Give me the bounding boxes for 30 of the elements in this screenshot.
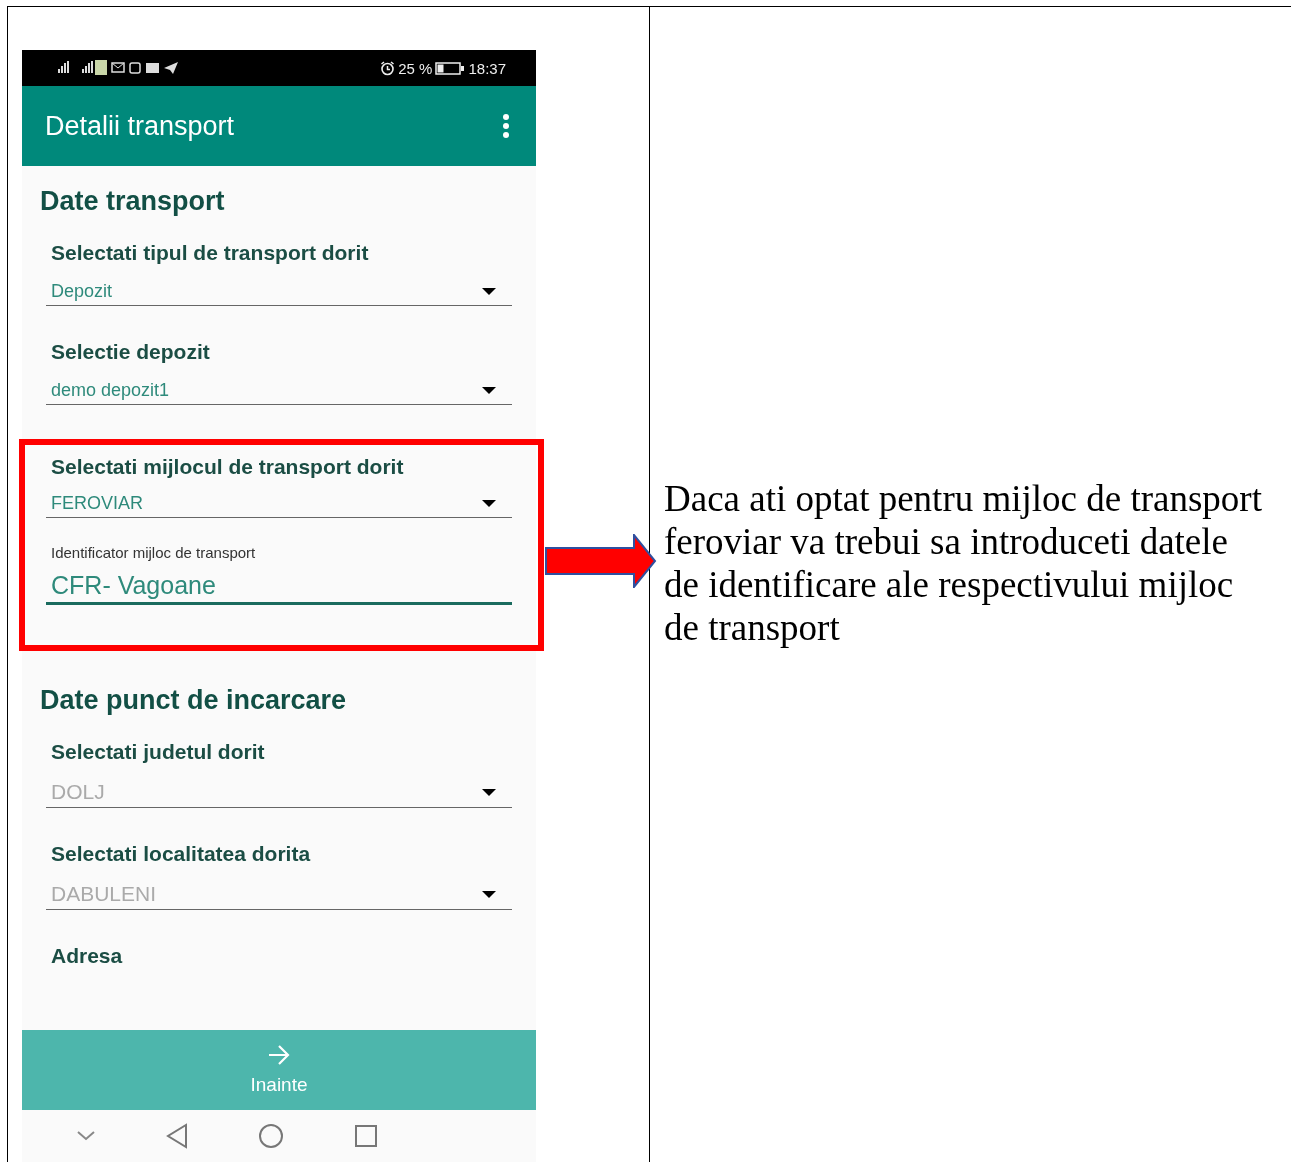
field-label: Selectati mijlocul de transport dorit [50,455,405,479]
recent-apps-icon[interactable] [354,1124,378,1148]
clock-time: 18:37 [468,59,506,77]
field-label: Selectie depozit [50,340,211,364]
battery-icon [435,61,466,75]
dropdown-field[interactable]: FEROVIAR [46,493,512,518]
caret-icon [482,890,496,898]
explanation-text: Daca ati optat pentru mijloc de transport feroviar va trebui sa introduceti datele de identificare ale respectivului mijloc de transport [664,477,1263,649]
field-label: Selectati tipul de transport dorit [50,241,370,265]
section-heading: Date transport [39,186,226,217]
battery-percent: 25 % [398,59,433,77]
text-input-field[interactable]: Identificator mijloc de transport CFR- Vagoane [46,544,512,605]
back-icon[interactable] [166,1123,188,1149]
next-button[interactable]: Inainte [22,1030,536,1110]
arrow-right-icon [267,1044,291,1066]
app-title: Detalii transport [45,110,235,142]
field-label: Selectati localitatea dorita [50,842,312,866]
caret-icon [482,288,496,295]
alarm-icon [380,60,396,76]
section-heading: Date punct de incarcare [39,685,348,716]
dropdown-field[interactable]: demo depozit1 [46,380,512,405]
caret-icon [482,387,496,394]
dropdown-field[interactable]: Depozit [46,281,512,306]
field-label: Adresa [50,944,124,968]
field-label: Selectati judetul dorit [50,740,266,764]
home-icon[interactable] [258,1123,284,1149]
chevron-down-icon[interactable] [76,1130,96,1142]
more-options-icon[interactable] [502,113,510,139]
caret-icon [482,788,496,796]
caret-icon [482,500,496,507]
